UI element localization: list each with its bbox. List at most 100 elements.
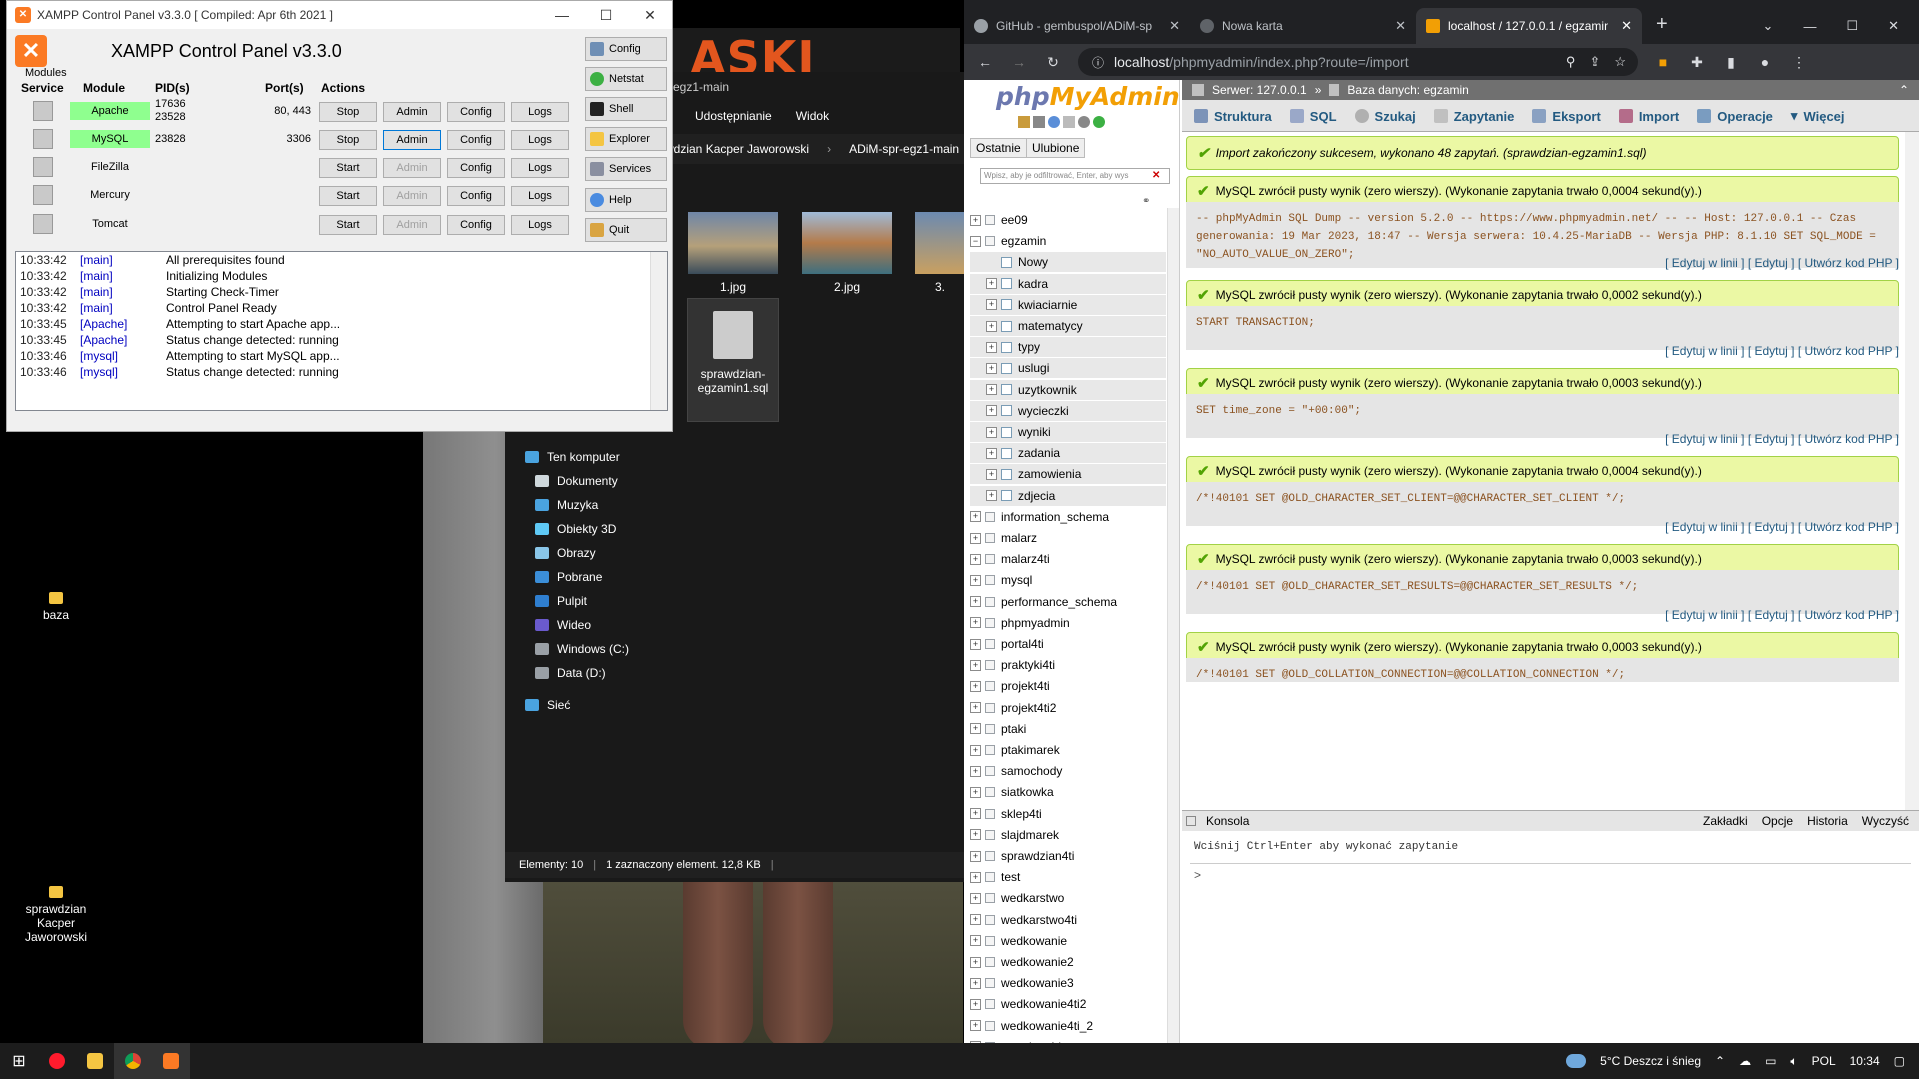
netstat-button[interactable]: Netstat xyxy=(585,67,667,91)
mercury-config-button[interactable]: Config xyxy=(447,186,505,206)
expand-icon[interactable]: + xyxy=(970,829,981,841)
filezilla-config-button[interactable]: Config xyxy=(447,158,505,178)
nav-downloads[interactable]: Pobrane xyxy=(535,570,602,584)
docs-icon[interactable] xyxy=(1063,116,1075,128)
mysql-stop-button[interactable]: Stop xyxy=(319,130,377,150)
database-item[interactable]: + performance_schema xyxy=(970,592,1166,612)
clear-filter-icon[interactable]: ✕ xyxy=(1152,170,1160,181)
expand-icon[interactable]: + xyxy=(970,786,981,798)
database-item[interactable]: + phpmyadmin xyxy=(970,613,1166,633)
console-history[interactable]: Historia xyxy=(1807,814,1848,828)
address-bar[interactable]: ⓘ localhost/phpmyadmin/index.php?route=/… xyxy=(1078,48,1638,76)
expand-icon[interactable]: + xyxy=(970,596,981,608)
desktop-icon-sprawdzian[interactable]: sprawdzian Kacper Jaworowski xyxy=(6,886,106,944)
tab-sql[interactable]: SQL xyxy=(1282,101,1345,131)
expand-icon[interactable]: + xyxy=(970,723,981,735)
nav-scrollbar[interactable] xyxy=(1167,208,1179,1043)
apache-config-button[interactable]: Config xyxy=(447,102,505,122)
nav-drive-c[interactable]: Windows (C:) xyxy=(535,642,629,656)
expand-icon[interactable]: + xyxy=(970,850,981,862)
database-item[interactable]: + wedkowanie4ti_2 xyxy=(970,1016,1166,1036)
service-checkbox-mysql[interactable] xyxy=(33,129,53,149)
console-clear[interactable]: Wyczyść xyxy=(1862,814,1909,828)
filezilla-logs-button[interactable]: Logs xyxy=(511,158,569,178)
database-item[interactable]: + ptakimarek xyxy=(970,740,1166,760)
maximize-icon[interactable]: ☐ xyxy=(1846,18,1858,34)
file-1jpg[interactable]: 1.jpg xyxy=(687,212,779,294)
service-checkbox-tomcat[interactable] xyxy=(33,214,53,234)
expand-icon[interactable]: + xyxy=(986,299,997,311)
nav-music[interactable]: Muzyka xyxy=(535,498,598,512)
back-icon[interactable]: ← xyxy=(976,54,994,70)
recent-tab[interactable]: Ostatnie xyxy=(970,138,1027,158)
extension-icon[interactable]: ■ xyxy=(1654,54,1672,70)
expand-icon[interactable]: + xyxy=(970,935,981,947)
tomcat-config-button[interactable]: Config xyxy=(447,215,505,235)
nav-documents[interactable]: Dokumenty xyxy=(535,474,618,488)
edit-link[interactable]: [ Edytuj ] xyxy=(1748,344,1795,358)
profile-icon[interactable]: ● xyxy=(1756,54,1774,70)
db-filter-input[interactable]: Wpisz, aby je odfiltrować, Enter, aby wy… xyxy=(980,168,1170,184)
database-item[interactable]: + wedkarstwo4ti xyxy=(970,910,1166,930)
database-item[interactable]: + siatkowka xyxy=(970,782,1166,802)
tomcat-logs-button[interactable]: Logs xyxy=(511,215,569,235)
table-item[interactable]: + uslugi xyxy=(970,358,1166,379)
minimize-icon[interactable]: — xyxy=(540,1,584,29)
nav-desktop[interactable]: Pulpit xyxy=(535,594,587,608)
database-item[interactable]: + projekt4ti2 xyxy=(970,698,1166,718)
edit-inline-link[interactable]: [ Edytuj w linii ] xyxy=(1665,520,1744,534)
database-item[interactable]: + samochody xyxy=(970,761,1166,781)
table-item[interactable]: + zadania xyxy=(970,443,1166,464)
weather-text[interactable]: 5°C Deszcz i śnieg xyxy=(1600,1054,1701,1068)
site-info-icon[interactable]: ⓘ xyxy=(1092,54,1104,71)
edit-inline-link[interactable]: [ Edytuj w linii ] xyxy=(1665,608,1744,622)
close-tab-icon[interactable]: ✕ xyxy=(1169,18,1180,34)
expand-icon[interactable]: + xyxy=(970,956,981,968)
nav-pictures[interactable]: Obrazy xyxy=(535,546,596,560)
breadcrumb-current[interactable]: ADiM-spr-egz1-main xyxy=(849,142,959,156)
tab-import[interactable]: Import xyxy=(1611,101,1687,131)
expand-icon[interactable]: + xyxy=(986,468,997,480)
console-toggle-icon[interactable] xyxy=(1186,816,1196,826)
xampp-config-button[interactable]: Config xyxy=(585,37,667,61)
create-php-link[interactable]: [ Utwórz kod PHP ] xyxy=(1798,256,1899,270)
volume-icon[interactable]: 🔈︎ xyxy=(1790,1054,1797,1069)
menu-icon[interactable]: ⋮ xyxy=(1790,54,1808,71)
table-item[interactable]: + wycieczki xyxy=(970,400,1166,421)
expand-icon[interactable]: + xyxy=(970,659,981,671)
database-item[interactable]: + praktyki4ti xyxy=(970,655,1166,675)
database-item[interactable]: + projekt4ti xyxy=(970,676,1166,696)
table-item[interactable]: + kwiaciarnie xyxy=(970,294,1166,315)
database-item[interactable]: + sprawdzian4ti xyxy=(970,846,1166,866)
menu-view[interactable]: Widok xyxy=(796,109,829,123)
breadcrumb-database[interactable]: Baza danych: egzamin xyxy=(1347,83,1468,97)
tray-chevron-icon[interactable]: ⌃ xyxy=(1715,1054,1725,1068)
expand-icon[interactable]: + xyxy=(970,617,981,629)
database-item[interactable]: + wedkarstwo xyxy=(970,888,1166,908)
minimize-icon[interactable]: — xyxy=(1803,19,1816,34)
service-checkbox-apache[interactable] xyxy=(33,101,53,121)
console-bookmarks[interactable]: Zakładki xyxy=(1703,814,1748,828)
expand-icon[interactable]: + xyxy=(970,638,981,650)
expand-icon[interactable]: + xyxy=(970,808,981,820)
bookmark-star-icon[interactable]: ☆ xyxy=(1614,54,1626,70)
table-item[interactable]: + matematycy xyxy=(970,316,1166,336)
expand-icon[interactable]: + xyxy=(970,574,981,586)
filezilla-admin-button[interactable]: Admin xyxy=(383,158,441,178)
close-icon[interactable]: ✕ xyxy=(1888,18,1899,34)
services-button[interactable]: Services xyxy=(585,157,667,181)
nav-drive-d[interactable]: Data (D:) xyxy=(535,666,606,680)
database-item[interactable]: − egzamin xyxy=(970,231,1166,251)
share-icon[interactable]: ⇪ xyxy=(1589,54,1600,70)
table-item[interactable]: + zamowienia xyxy=(970,464,1166,485)
mercury-admin-button[interactable]: Admin xyxy=(383,186,441,206)
favorites-tab[interactable]: Ulubione xyxy=(1026,138,1086,158)
database-item[interactable]: + portal4ti xyxy=(970,634,1166,654)
nav-3d-objects[interactable]: Obiekty 3D xyxy=(535,522,616,536)
tab-new[interactable]: Nowa karta ✕ xyxy=(1190,8,1416,44)
expand-icon[interactable]: + xyxy=(986,426,997,438)
file-sql[interactable]: sprawdzian-egzamin1.sql xyxy=(687,298,779,422)
database-item[interactable]: + test xyxy=(970,867,1166,887)
expand-icon[interactable]: + xyxy=(986,341,997,353)
expand-icon[interactable]: + xyxy=(970,765,981,777)
